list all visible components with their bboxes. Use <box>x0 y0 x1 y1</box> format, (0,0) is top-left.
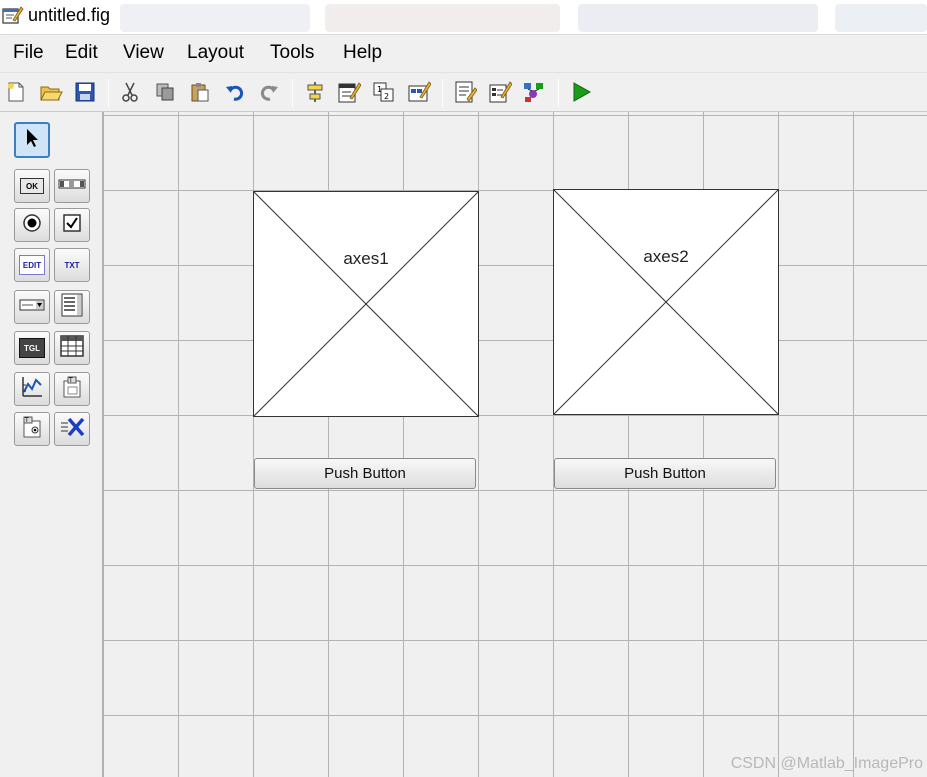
window-title: untitled.fig <box>28 5 111 25</box>
slider-icon <box>58 177 86 195</box>
menu-tools[interactable]: Tools <box>270 42 314 64</box>
svg-text:T: T <box>24 417 29 424</box>
object-browser-icon[interactable] <box>521 79 547 105</box>
property-inspector-icon[interactable] <box>487 79 513 105</box>
toolbar-separator <box>108 79 109 107</box>
save-icon[interactable] <box>72 79 98 105</box>
menu-help[interactable]: Help <box>343 42 382 64</box>
svg-text:2: 2 <box>384 92 389 101</box>
edit-text-tool-button[interactable]: EDIT <box>14 248 50 282</box>
toolbar-editor-icon[interactable] <box>406 79 432 105</box>
copy-icon[interactable] <box>152 79 178 105</box>
menu-editor-icon[interactable] <box>336 79 362 105</box>
redo-icon[interactable] <box>256 79 282 105</box>
push-button-icon: OK <box>20 178 44 194</box>
static-text-icon: TXT <box>64 260 80 270</box>
component-palette: OK EDIT TXT TGL T T <box>0 112 103 777</box>
edit-text-icon: EDIT <box>19 255 45 275</box>
layout-canvas[interactable]: axes1 axes2 Push Button Push Button <box>103 112 927 777</box>
title-bar: untitled.fig <box>0 0 927 34</box>
button-group-icon: T <box>20 415 44 444</box>
menu-bar: File Edit View Layout Tools Help <box>0 34 927 72</box>
table-tool-button[interactable] <box>54 331 90 365</box>
radio-button-icon <box>22 213 42 238</box>
list-box-tool-button[interactable] <box>54 290 90 324</box>
menu-layout[interactable]: Layout <box>187 42 244 64</box>
list-box-icon <box>61 293 83 322</box>
button-group-tool-button[interactable]: T <box>14 412 50 446</box>
mfile-editor-icon[interactable] <box>452 79 478 105</box>
blurred-tab <box>578 4 818 32</box>
toolbar-separator <box>292 79 293 107</box>
menu-view[interactable]: View <box>123 42 164 64</box>
push-button-1[interactable]: Push Button <box>254 458 476 489</box>
guide-figure-icon <box>2 4 24 26</box>
paste-icon[interactable] <box>187 79 213 105</box>
axes-plot-icon <box>20 375 44 404</box>
table-icon <box>60 334 84 362</box>
axes-cross-lines <box>254 192 478 416</box>
align-objects-icon[interactable] <box>302 79 328 105</box>
open-file-icon[interactable] <box>38 79 64 105</box>
tab-order-editor-icon[interactable]: 12 <box>371 79 397 105</box>
menu-edit[interactable]: Edit <box>65 42 98 64</box>
svg-text:T: T <box>68 377 73 384</box>
axes-label: axes1 <box>343 249 389 268</box>
arrow-pointer-icon <box>22 127 42 154</box>
push-button-2[interactable]: Push Button <box>554 458 776 489</box>
check-box-icon <box>62 213 82 238</box>
pop-up-menu-tool-button[interactable] <box>14 290 50 324</box>
new-figure-icon[interactable] <box>3 79 29 105</box>
toggle-button-tool-button[interactable]: TGL <box>14 331 50 365</box>
blurred-tab <box>835 4 927 32</box>
push-button-tool-button[interactable]: OK <box>14 169 50 203</box>
toolbar-separator <box>442 79 443 107</box>
pop-up-menu-icon <box>19 298 45 317</box>
axes1-placeholder[interactable]: axes1 <box>253 191 479 417</box>
select-tool-button[interactable] <box>14 122 50 158</box>
watermark: CSDN @Matlab_ImagePro <box>730 755 923 772</box>
activex-x-icon <box>59 416 85 443</box>
axes-tool-button[interactable] <box>14 372 50 406</box>
static-text-tool-button[interactable]: TXT <box>54 248 90 282</box>
axes-cross-lines <box>554 190 778 414</box>
slider-tool-button[interactable] <box>54 169 90 203</box>
blurred-tab <box>325 4 560 32</box>
toolbar-separator <box>558 79 559 107</box>
undo-icon[interactable] <box>222 79 248 105</box>
panel-tool-button[interactable]: T <box>54 372 90 406</box>
toolbar: 12 <box>0 72 927 112</box>
menu-file[interactable]: File <box>13 42 44 64</box>
toggle-button-icon: TGL <box>19 338 45 358</box>
run-figure-icon[interactable] <box>568 79 594 105</box>
panel-icon: T <box>60 375 84 404</box>
radio-button-tool-button[interactable] <box>14 208 50 242</box>
axes-label: axes2 <box>643 247 689 266</box>
svg-text:1: 1 <box>377 85 382 94</box>
cut-icon[interactable] <box>117 79 143 105</box>
blurred-tab <box>120 4 310 32</box>
axes2-placeholder[interactable]: axes2 <box>553 189 779 415</box>
check-box-tool-button[interactable] <box>54 208 90 242</box>
activex-control-tool-button[interactable] <box>54 412 90 446</box>
